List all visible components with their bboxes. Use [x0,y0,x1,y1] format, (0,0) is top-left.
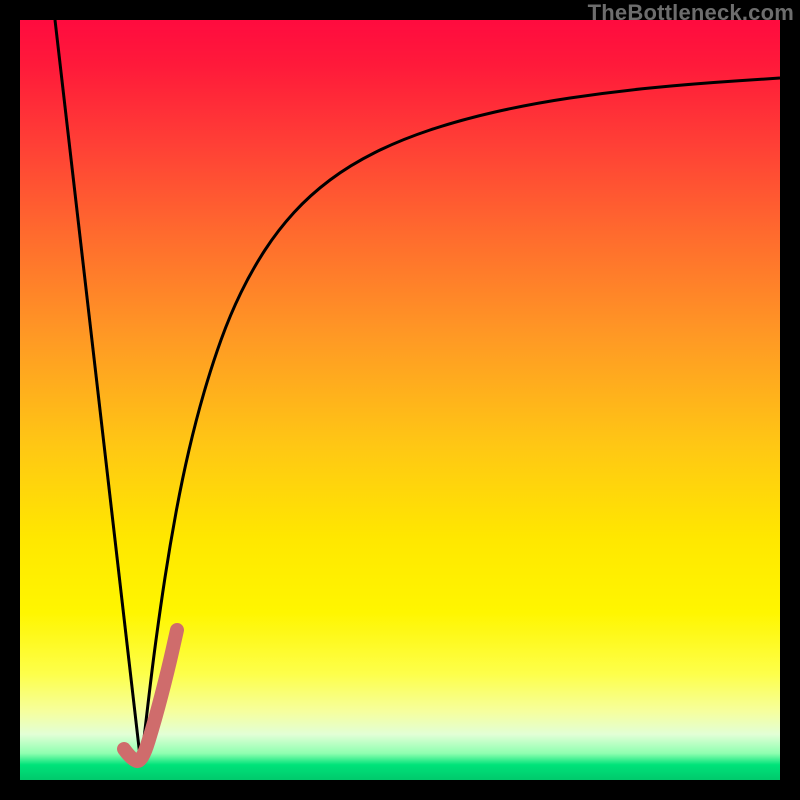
curve-layer [20,20,780,780]
plot-area [20,20,780,780]
series-right-curve [141,78,780,765]
series-left-line [55,20,141,765]
watermark-text: TheBottleneck.com [588,0,794,26]
chart-frame: TheBottleneck.com [0,0,800,800]
